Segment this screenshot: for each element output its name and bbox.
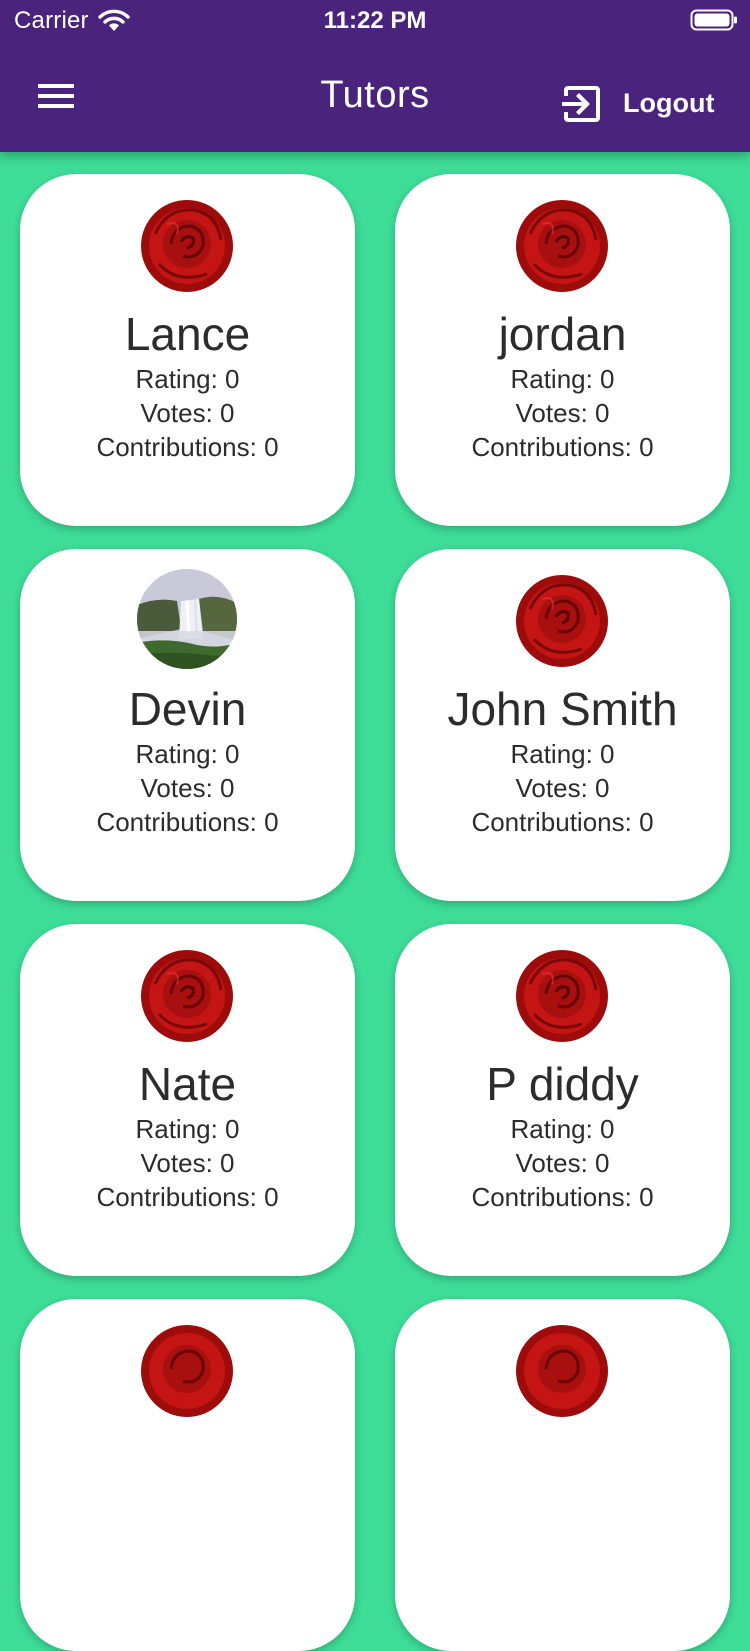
tutor-rating: Rating: 0: [135, 739, 240, 769]
tutor-card[interactable]: P diddy Rating: 0 Votes: 0 Contributions…: [395, 924, 730, 1276]
tutor-contributions: Contributions: 0: [96, 807, 279, 837]
tutor-rating: Rating: 0: [510, 739, 615, 769]
rose-icon: [512, 944, 612, 1044]
logout-label: Logout: [623, 88, 715, 118]
tutor-avatar: [512, 1319, 612, 1419]
tutor-grid: Lance Rating: 0 Votes: 0 Contributions: …: [0, 0, 750, 1651]
tutor-avatar: [137, 1319, 237, 1419]
tutor-name: Nate: [138, 1058, 237, 1110]
rose-icon: [137, 1319, 237, 1419]
tutor-avatar: [137, 194, 237, 294]
tutor-name: P diddy: [486, 1058, 639, 1110]
rose-icon: [512, 569, 612, 669]
tutor-contributions: Contributions: 0: [471, 1182, 654, 1212]
tutor-avatar: [512, 944, 612, 1044]
tutor-card[interactable]: Devin Rating: 0 Votes: 0 Contributions: …: [20, 549, 355, 901]
tutor-avatar: [137, 569, 237, 669]
waterfall-icon: [137, 569, 237, 669]
rose-icon: [137, 194, 237, 294]
tutor-contributions: Contributions: 0: [96, 432, 279, 462]
logout-button[interactable]: Logout: [560, 80, 730, 128]
tutor-avatar: [137, 944, 237, 1044]
tutor-votes: Votes: 0: [140, 773, 235, 803]
tutor-card[interactable]: [395, 1299, 730, 1651]
tutor-votes: Votes: 0: [515, 1148, 610, 1178]
tutor-votes: Votes: 0: [515, 398, 610, 428]
tutor-votes: Votes: 0: [140, 398, 235, 428]
battery-icon: [690, 9, 737, 31]
tutor-card[interactable]: John Smith Rating: 0 Votes: 0 Contributi…: [395, 549, 730, 901]
tutor-contributions: Contributions: 0: [96, 1182, 279, 1212]
tutor-rating: Rating: 0: [135, 364, 240, 394]
tutor-card[interactable]: Nate Rating: 0 Votes: 0 Contributions: 0: [20, 924, 355, 1276]
status-bar: Carrier 11:22 PM: [0, 0, 750, 42]
tutor-name: Lance: [124, 308, 251, 360]
tutor-name: jordan: [498, 308, 627, 360]
status-time: 11:22 PM: [323, 7, 427, 34]
tutor-name: John Smith: [447, 683, 678, 735]
tutor-name: Devin: [128, 683, 247, 735]
rose-icon: [512, 1319, 612, 1419]
rose-icon: [137, 944, 237, 1044]
tutor-card[interactable]: jordan Rating: 0 Votes: 0 Contributions:…: [395, 174, 730, 526]
logout-icon: [562, 86, 600, 122]
tutor-rating: Rating: 0: [510, 1114, 615, 1144]
tutor-contributions: Contributions: 0: [471, 807, 654, 837]
tutor-avatar: [512, 569, 612, 669]
tutor-avatar: [512, 194, 612, 294]
tutor-votes: Votes: 0: [515, 773, 610, 803]
tutor-card[interactable]: Lance Rating: 0 Votes: 0 Contributions: …: [20, 174, 355, 526]
tutor-rating: Rating: 0: [135, 1114, 240, 1144]
tutor-card[interactable]: [20, 1299, 355, 1651]
app-bar: Carrier 11:22 PM Tutors Logout: [0, 0, 750, 152]
tutor-votes: Votes: 0: [140, 1148, 235, 1178]
tutor-contributions: Contributions: 0: [471, 432, 654, 462]
rose-icon: [512, 194, 612, 294]
tutor-rating: Rating: 0: [510, 364, 615, 394]
